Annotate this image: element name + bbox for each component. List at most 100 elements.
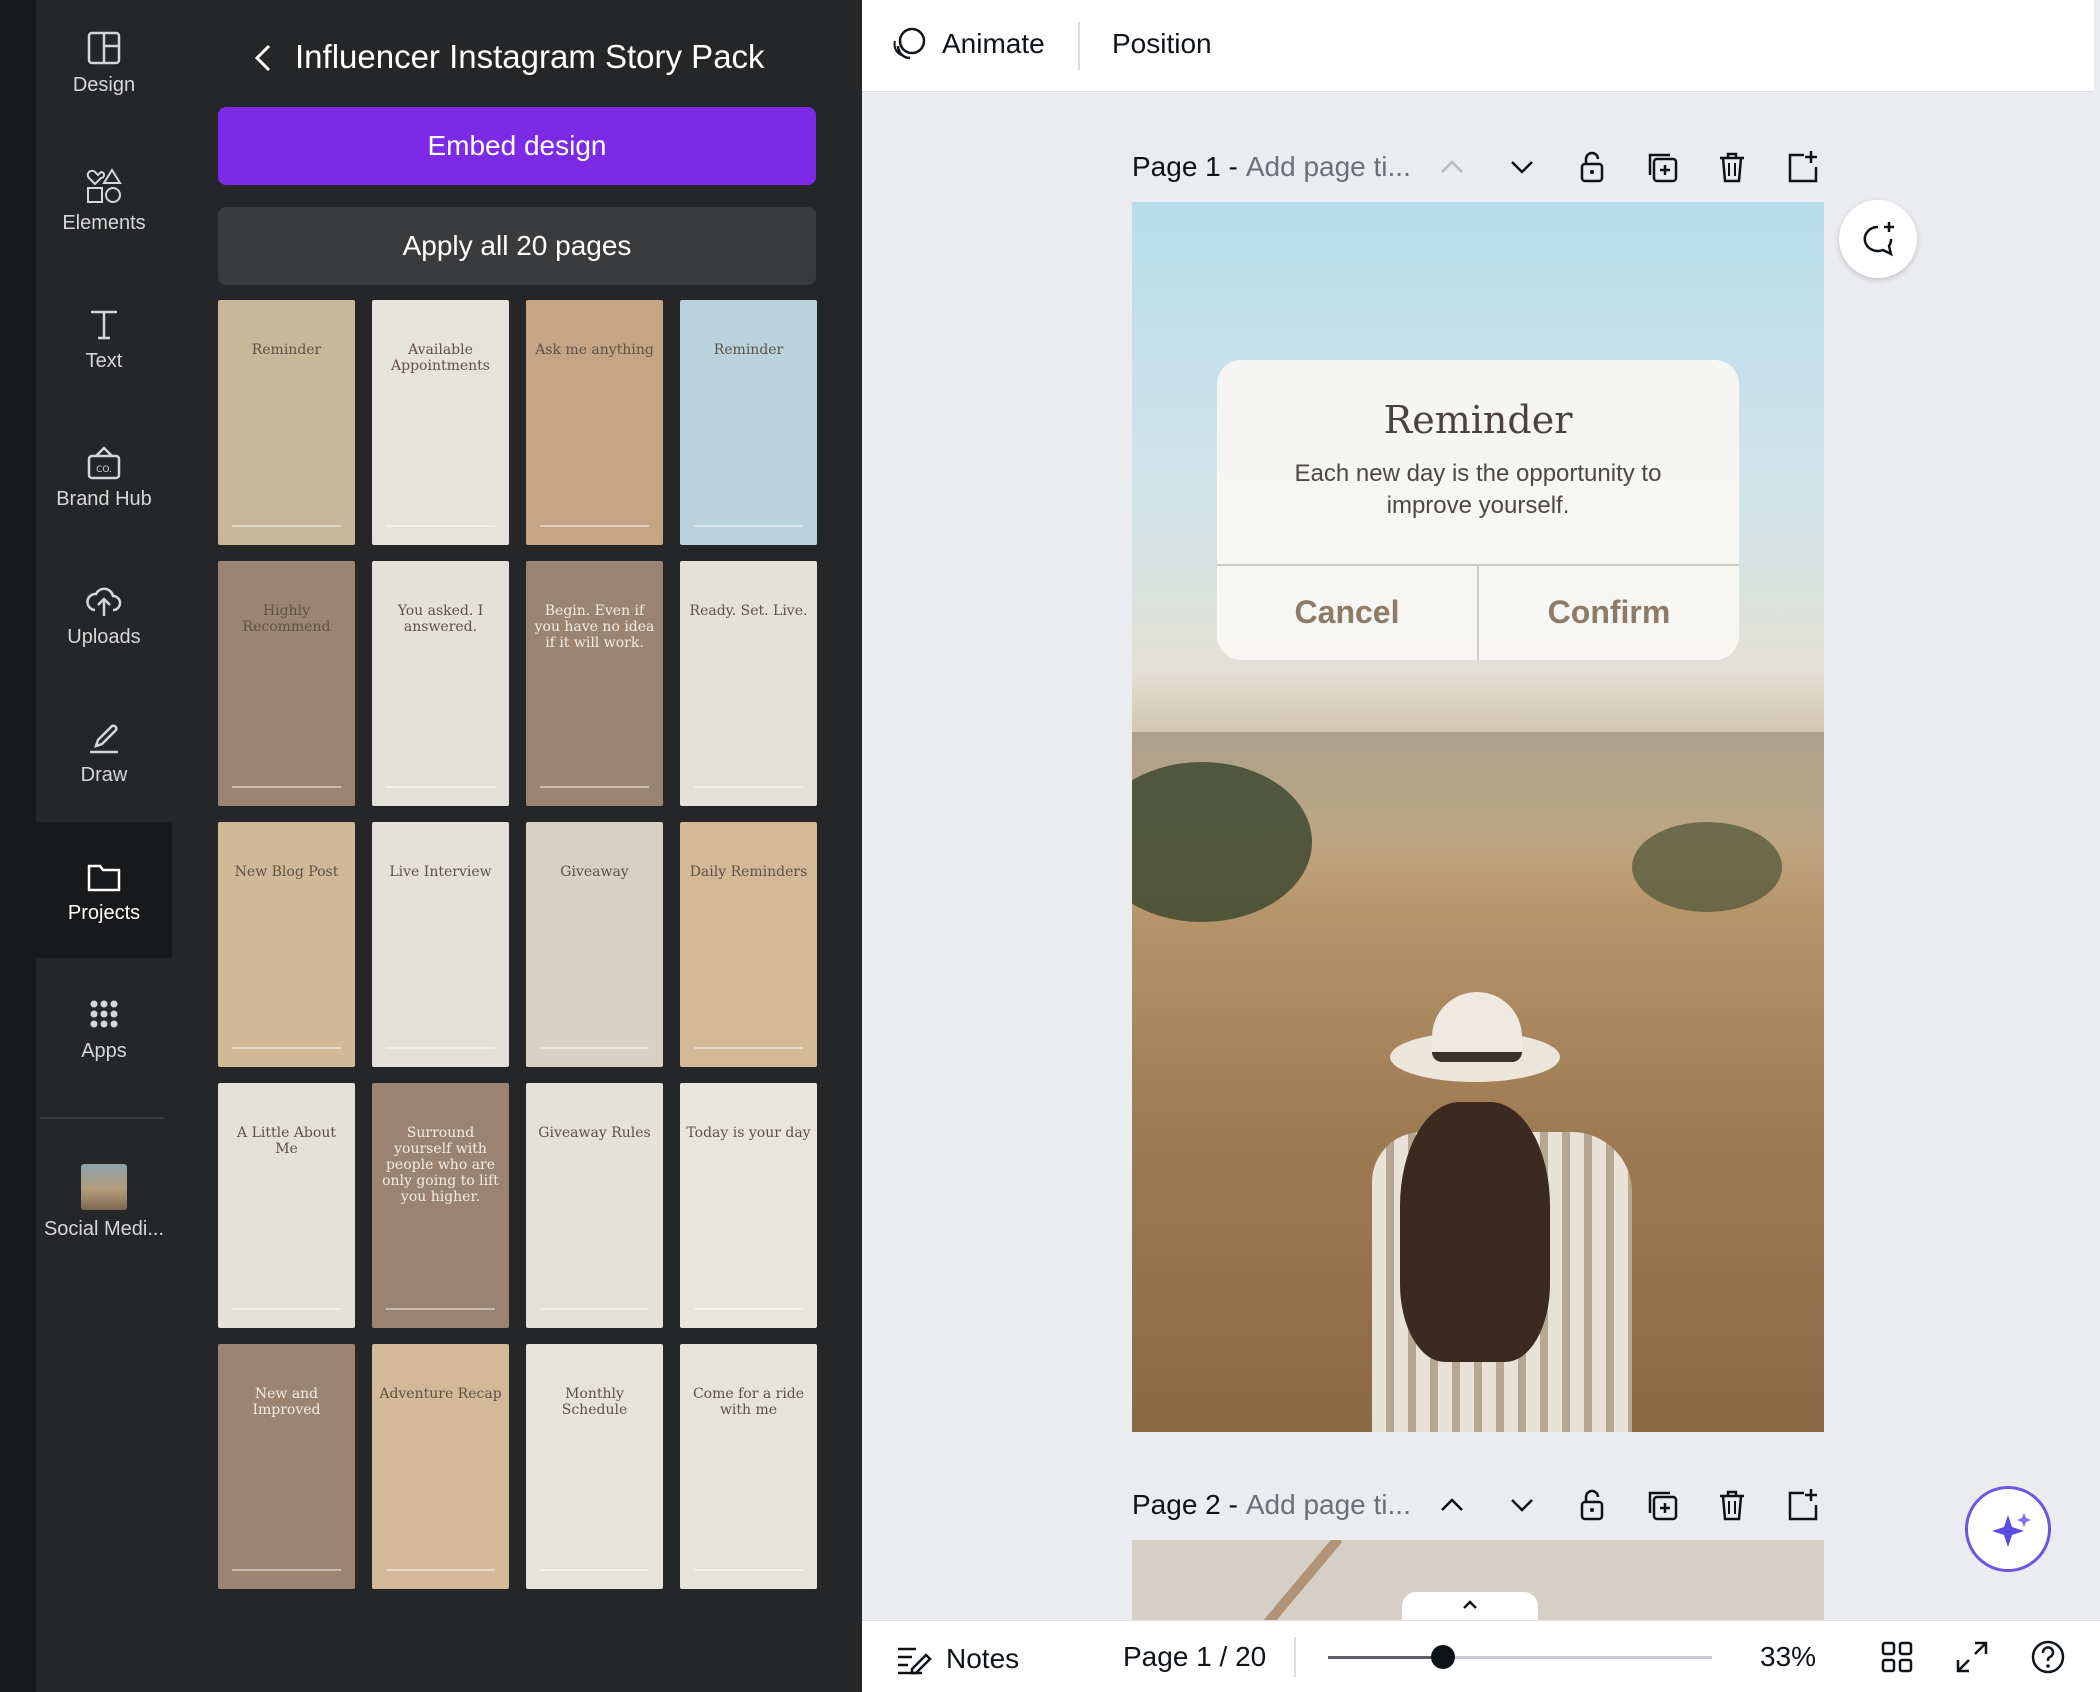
shapes-icon	[86, 168, 122, 203]
grid-view-icon[interactable]	[1877, 1637, 1917, 1677]
trash-icon[interactable]	[1712, 1485, 1752, 1525]
editor-workspace: Animate Position Page 1 - Add page ti...…	[862, 0, 2100, 1692]
duplicate-page-icon[interactable]	[1642, 1485, 1682, 1525]
duplicate-page-icon[interactable]	[1642, 147, 1682, 187]
rail-divider	[40, 1117, 164, 1119]
rail-item-brand-hub[interactable]: CO. Brand Hub	[36, 414, 172, 534]
dialog-title: Reminder	[1383, 398, 1573, 442]
comment-add-icon	[1863, 222, 1894, 257]
zoom-slider-track[interactable]	[1328, 1656, 1712, 1659]
template-thumbnail[interactable]: You asked. I answered.	[372, 561, 509, 806]
template-thumbnail-decoration	[540, 1047, 649, 1049]
template-thumbnail-decoration	[232, 1047, 341, 1049]
lock-icon[interactable]	[1572, 1485, 1612, 1525]
template-thumbnail-text: Giveaway	[560, 864, 629, 880]
template-thumbnail-decoration	[540, 1308, 649, 1310]
folder-icon	[87, 864, 121, 892]
template-thumbnail-text: Adventure Recap	[379, 1386, 502, 1402]
page-2-decoration	[1231, 1540, 1343, 1620]
dialog-confirm-text[interactable]: Confirm	[1479, 564, 1739, 660]
dialog-text: Each new day is the opportunity to impro…	[1294, 460, 1662, 520]
help-icon[interactable]	[2028, 1637, 2068, 1677]
template-thumbnail[interactable]: New and Improved	[218, 1344, 355, 1589]
zoom-slider-fill	[1328, 1656, 1444, 1659]
template-thumbnail-text: Begin. Even if you have no idea if it wi…	[534, 603, 655, 652]
expand-pages-handle[interactable]	[1402, 1592, 1538, 1620]
add-page-icon[interactable]	[1782, 1485, 1822, 1525]
template-thumbnail[interactable]: Adventure Recap	[372, 1344, 509, 1589]
apply-all-pages-button[interactable]: Apply all 20 pages	[218, 207, 816, 285]
template-thumbnail-text: Reminder	[251, 342, 322, 358]
template-thumbnail-decoration	[386, 525, 495, 527]
template-thumbnail-text: Live Interview	[389, 864, 492, 880]
rail-item-uploads[interactable]: Uploads	[36, 552, 172, 672]
page-1-actions	[1432, 145, 1822, 189]
magic-assistant-button[interactable]	[1965, 1486, 2051, 1572]
template-thumbnail[interactable]: Surround yourself with people who are on…	[372, 1083, 509, 1328]
embed-design-button[interactable]: Embed design	[218, 107, 816, 185]
reminder-dialog[interactable]: Reminder Each new day is the opportunity…	[1217, 360, 1739, 660]
svg-text:CO.: CO.	[96, 465, 112, 475]
template-thumbnail[interactable]: Live Interview	[372, 822, 509, 1067]
page-2-actions	[1432, 1483, 1822, 1527]
page-2-title-input[interactable]: Add page ti...	[1246, 1489, 1411, 1521]
template-thumbnail[interactable]: Today is your day	[680, 1083, 817, 1328]
trash-icon[interactable]	[1712, 147, 1752, 187]
template-thumbnail[interactable]: New Blog Post	[218, 822, 355, 1067]
zoom-slider-handle[interactable]	[1431, 1645, 1456, 1669]
add-page-icon[interactable]	[1782, 147, 1822, 187]
lock-icon[interactable]	[1572, 147, 1612, 187]
template-thumbnail-decoration	[232, 1569, 341, 1571]
template-thumbnail[interactable]: Ask me anything	[526, 300, 663, 545]
template-thumbnail-grid: Reminder Available Appointments Ask me any…	[218, 300, 817, 1589]
chevron-down-icon[interactable]	[1502, 147, 1542, 187]
dialog-cancel-text[interactable]: Cancel	[1217, 564, 1477, 660]
rail-item-projects[interactable]: Projects	[36, 828, 172, 948]
template-thumbnail[interactable]: Reminder	[680, 300, 817, 545]
chevron-up-icon[interactable]	[1432, 1485, 1472, 1525]
sparkle-icon	[1992, 1513, 2031, 1547]
page-2-label: Page 2 -	[1132, 1489, 1238, 1520]
animate-button[interactable]: Animate	[890, 24, 1045, 64]
template-thumbnail[interactable]: Daily Reminders	[680, 822, 817, 1067]
rail-item-apps[interactable]: Apps	[36, 966, 172, 1086]
canvas-page-1[interactable]: Reminder Each new day is the opportunity…	[1132, 202, 1824, 1432]
pen-icon	[90, 724, 118, 754]
rail-item-draw[interactable]: Draw	[36, 690, 172, 810]
rail-item-social-media[interactable]: Social Medi...	[36, 1140, 172, 1260]
template-thumbnail-decoration	[540, 786, 649, 788]
rail-label-uploads: Uploads	[67, 626, 141, 648]
template-thumbnail[interactable]: Giveaway	[526, 822, 663, 1067]
chevron-down-icon[interactable]	[1502, 1485, 1542, 1525]
rail-label-apps: Apps	[81, 1040, 127, 1062]
template-thumbnail-text: You asked. I answered.	[397, 603, 484, 636]
brand-hub-icon: CO.	[87, 446, 121, 480]
notes-button[interactable]: Notes	[892, 1639, 1019, 1679]
template-thumbnail[interactable]: Giveaway Rules	[526, 1083, 663, 1328]
template-thumbnail[interactable]: Come for a ride with me	[680, 1344, 817, 1589]
template-thumbnail-decoration	[694, 1308, 803, 1310]
fullscreen-icon[interactable]	[1952, 1637, 1992, 1677]
add-comment-button[interactable]	[1839, 200, 1917, 278]
template-thumbnail[interactable]: Monthly Schedule	[526, 1344, 663, 1589]
template-thumbnail-decoration	[232, 1308, 341, 1310]
zoom-level[interactable]: 33%	[1760, 1641, 1816, 1673]
template-thumbnail[interactable]: Available Appointments	[372, 300, 509, 545]
template-thumbnail[interactable]: Begin. Even if you have no idea if it wi…	[526, 561, 663, 806]
chevron-up-icon[interactable]	[1432, 147, 1472, 187]
template-thumbnail[interactable]: Reminder	[218, 300, 355, 545]
rail-item-text[interactable]: Text	[36, 276, 172, 396]
template-thumbnail-decoration	[540, 1569, 649, 1571]
page-1-title-input[interactable]: Add page ti...	[1246, 151, 1411, 183]
template-thumbnail[interactable]: Highly Recommend	[218, 561, 355, 806]
template-thumbnail-text: Today is your day	[686, 1125, 811, 1141]
chevron-left-icon[interactable]	[244, 38, 284, 78]
template-thumbnail[interactable]: A Little About Me	[218, 1083, 355, 1328]
rail-item-design[interactable]: Design	[36, 0, 172, 120]
rail-item-elements[interactable]: Elements	[36, 138, 172, 258]
template-thumbnail-text: Highly Recommend	[242, 603, 331, 636]
template-thumbnail[interactable]: Ready. Set. Live.	[680, 561, 817, 806]
position-button[interactable]: Position	[1112, 28, 1212, 60]
page-indicator[interactable]: Page 1 / 20	[1123, 1641, 1266, 1673]
template-thumbnail-decoration	[694, 525, 803, 527]
